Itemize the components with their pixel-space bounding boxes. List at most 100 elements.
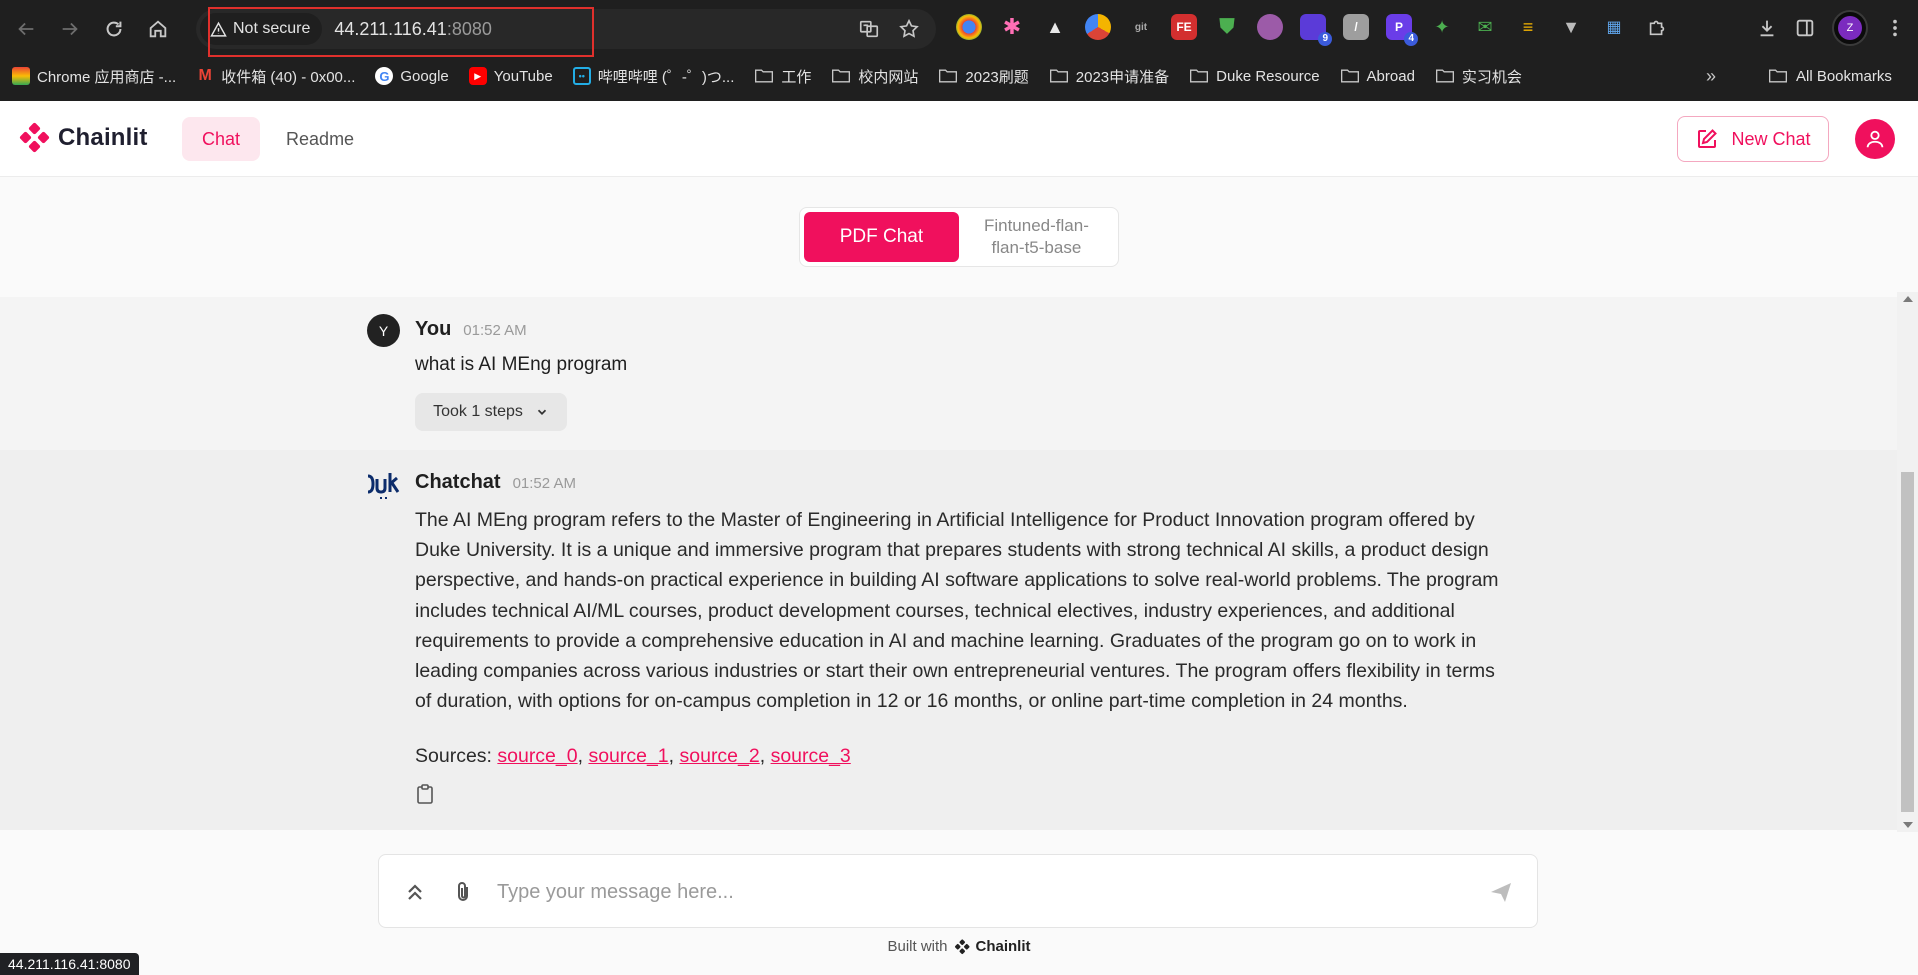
built-with-label: Built with	[887, 938, 948, 955]
back-button[interactable]	[4, 7, 48, 51]
tab-readme[interactable]: Readme	[266, 117, 374, 161]
circle-ext-icon[interactable]	[1257, 14, 1283, 40]
bookmark-label: 工作	[781, 68, 812, 86]
scroll-up-arrow-icon[interactable]	[1903, 296, 1913, 302]
sources-label: Sources:	[415, 745, 492, 767]
chrome-ext-icon[interactable]	[956, 14, 982, 40]
forward-button[interactable]	[48, 7, 92, 51]
bookmark-chrome-store[interactable]: Chrome 应用商店 -...	[12, 66, 176, 87]
v-ext-icon[interactable]: ▼	[1558, 14, 1584, 40]
message-time: 01:52 AM	[512, 475, 576, 492]
bookmark-google[interactable]: G Google	[375, 67, 449, 85]
send-icon[interactable]	[1489, 880, 1513, 904]
tab-chat[interactable]: Chat	[182, 117, 261, 161]
bookmarks-overflow-button[interactable]: »	[1706, 60, 1716, 92]
paperclip-icon[interactable]	[451, 880, 475, 904]
bookmark-label: Google	[400, 67, 449, 85]
new-chat-label: New Chat	[1731, 128, 1811, 149]
reload-icon	[106, 21, 122, 36]
chat-scrollbar[interactable]	[1897, 292, 1918, 832]
bookmark-folder-internship[interactable]: 实习机会	[1435, 66, 1522, 87]
folder-icon	[832, 69, 851, 83]
logo-text: Chainlit	[58, 124, 148, 151]
all-bookmarks-button[interactable]: All Bookmarks	[1768, 60, 1892, 92]
slash-ext-icon[interactable]: /	[1343, 14, 1369, 40]
bookmark-label: 收件箱 (40) - 0x00...	[221, 68, 356, 86]
user-account-button[interactable]	[1855, 119, 1895, 159]
folder-icon	[1340, 69, 1359, 83]
clipboard-copy-icon[interactable]	[416, 784, 434, 804]
profile-option-pdf-chat[interactable]: PDF Chat	[804, 212, 959, 262]
bookmark-folder-work[interactable]: 工作	[754, 66, 811, 87]
fe-ext-icon[interactable]: FE	[1171, 14, 1197, 40]
bars-ext-icon[interactable]: ≡	[1515, 14, 1541, 40]
p-ext-icon[interactable]: P4	[1386, 14, 1418, 46]
translate-icon[interactable]	[858, 18, 880, 40]
bookmark-folder-duke[interactable]: Duke Resource	[1189, 67, 1320, 85]
mail-check-ext-icon[interactable]: ✉	[1472, 14, 1498, 40]
scroll-thumb[interactable]	[1901, 472, 1914, 812]
folder-icon	[1435, 69, 1454, 83]
download-icon[interactable]	[1756, 17, 1778, 39]
side-panel-icon[interactable]	[1794, 17, 1816, 39]
user-message-header: You 01:52 AM	[415, 318, 527, 341]
browser-right-tools: Z	[1756, 10, 1918, 46]
grid-ext-icon[interactable]: ▦	[1601, 14, 1627, 40]
address-bar[interactable]: Not secure 44.211.116.41:8080	[196, 9, 936, 49]
puzzle-extensions-icon[interactable]	[1644, 14, 1670, 40]
url-port: :8080	[446, 18, 492, 39]
bookmark-label: 2023申请准备	[1075, 68, 1170, 86]
chainlit-logo: Chainlit	[18, 122, 148, 154]
asterisk-ext-icon[interactable]: ✱	[999, 14, 1025, 40]
gmail-icon: M	[198, 67, 212, 84]
new-chat-button[interactable]: New Chat	[1677, 116, 1829, 162]
url-text[interactable]: 44.211.116.41:8080	[334, 19, 492, 40]
shield-ext-icon[interactable]: ⛊	[1214, 14, 1240, 40]
bookmark-gmail[interactable]: M 收件箱 (40) - 0x00...	[196, 66, 356, 87]
message-time: 01:52 AM	[463, 322, 527, 339]
url-host: 44.211.116.41	[334, 18, 447, 39]
message-author: Chatchat	[415, 471, 501, 493]
back-arrow-icon	[18, 22, 34, 35]
message-input[interactable]	[497, 873, 1457, 911]
home-button[interactable]	[136, 7, 180, 51]
chevrons-up-icon[interactable]	[403, 880, 427, 904]
assistant-message-header: Chatchat 01:52 AM	[415, 471, 576, 494]
folder-icon	[1769, 69, 1787, 83]
source-link-3[interactable]: source_3	[771, 745, 851, 767]
profile-initial: Z	[1838, 16, 1862, 40]
cap-ext-icon[interactable]: 9	[1300, 14, 1332, 46]
not-secure-chip[interactable]: Not secure	[200, 13, 323, 45]
chrome-store-icon	[12, 67, 30, 85]
browser-profile-avatar[interactable]: Z	[1832, 10, 1868, 46]
bookmark-folder-2023-apply[interactable]: 2023申请准备	[1049, 66, 1169, 87]
chat-profile-selector: PDF Chat Fintuned-flan-flan-t5-base	[799, 207, 1119, 267]
more-menu-icon[interactable]	[1884, 17, 1906, 39]
bookmark-youtube[interactable]: ▶ YouTube	[468, 67, 553, 85]
bookmark-label: Duke Resource	[1216, 67, 1320, 85]
steps-label: Took 1 steps	[433, 403, 523, 420]
bird-ext-icon[interactable]: ✦	[1429, 14, 1455, 40]
sources-line: Sources: source_0, source_1, source_2, s…	[415, 745, 851, 767]
all-bookmarks-label: All Bookmarks	[1796, 67, 1892, 85]
profile-option-finetuned[interactable]: Fintuned-flan-flan-t5-base	[959, 212, 1114, 262]
source-link-2[interactable]: source_2	[680, 745, 760, 767]
reload-button[interactable]	[92, 7, 136, 51]
gitzip-ext-icon[interactable]: git	[1128, 14, 1154, 40]
source-link-0[interactable]: source_0	[497, 745, 577, 767]
bookmark-bilibili[interactable]: •• 哔哩哔哩 (゜-゜)つ...	[572, 66, 734, 87]
steps-toggle-button[interactable]: Took 1 steps	[415, 393, 567, 431]
mountain-ext-icon[interactable]: ▲	[1042, 14, 1068, 40]
built-with-brand[interactable]: Chainlit	[976, 938, 1031, 955]
ext-badge-9: 9	[1318, 32, 1332, 46]
chevron-down-icon	[537, 409, 547, 415]
source-link-1[interactable]: source_1	[588, 745, 668, 767]
bookmark-folder-abroad[interactable]: Abroad	[1340, 67, 1415, 85]
bookmark-folder-campus[interactable]: 校内网站	[831, 66, 918, 87]
bookmarks-bar: Chrome 应用商店 -... M 收件箱 (40) - 0x00... G Go…	[0, 60, 1918, 92]
bookmark-star-icon[interactable]	[898, 18, 920, 40]
duke-logo-icon	[367, 473, 400, 499]
bookmark-folder-2023-practice[interactable]: 2023刷题	[938, 66, 1029, 87]
color-ext-icon[interactable]	[1085, 14, 1111, 40]
scroll-down-arrow-icon[interactable]	[1903, 822, 1913, 828]
